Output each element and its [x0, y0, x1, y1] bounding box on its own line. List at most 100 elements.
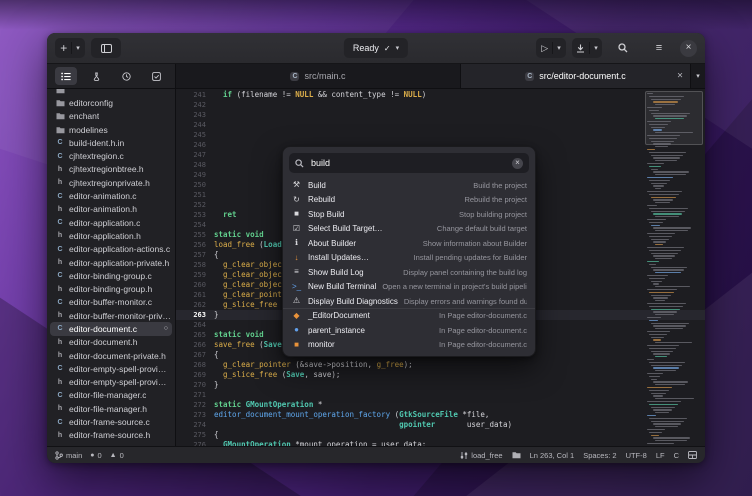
search-result-row[interactable]: ↓Install Updates…Install pending updates… [283, 251, 535, 266]
search-result-row[interactable]: ≡Show Build LogDisplay panel containing … [283, 265, 535, 280]
search-input[interactable] [309, 157, 507, 169]
main-content: editorconfigenchant modelinesCbuild-ident… [47, 89, 705, 446]
code-line[interactable]: 275{ [176, 430, 705, 440]
code-line[interactable]: 269 g_slice_free (Save, save); [176, 370, 705, 380]
plus-icon[interactable]: + [60, 42, 67, 54]
run-split-button[interactable]: ▷ ▾ [536, 38, 566, 58]
file-tree-item[interactable]: Ccjhtextregion.c [47, 149, 175, 162]
code-line[interactable]: 245 [176, 130, 705, 140]
run-profile-indicator[interactable]: load_free [460, 451, 502, 460]
search-result-row[interactable]: ☑Select Build Target…Change default buil… [283, 222, 535, 237]
code-line[interactable]: 244 [176, 120, 705, 130]
code-line[interactable]: 268 g_clear_pointer (&save->position, g_… [176, 360, 705, 370]
history-tab[interactable] [115, 67, 137, 85]
warning-count[interactable]: ▲ 0 [110, 451, 124, 460]
file-tree-item[interactable]: heditor-buffer-monitor-private.h [47, 309, 175, 322]
search-result-row[interactable]: ■monitorIn Page editor-document.c [283, 338, 535, 353]
code-line[interactable]: 272static GMountOperation * [176, 400, 705, 410]
search-result-row[interactable]: ↻RebuildRebuild the project [283, 193, 535, 208]
toggle-bottom-panel-button[interactable] [688, 451, 697, 459]
close-tab-icon[interactable]: × [677, 71, 683, 82]
file-tree-item[interactable]: Ceditor-animation.c [47, 189, 175, 202]
search-result-row[interactable]: ●parent_instanceIn Page editor-document.… [283, 323, 535, 338]
file-tree-item[interactable]: heditor-frame-source.h [47, 429, 175, 442]
play-icon[interactable]: ▷ [541, 43, 548, 54]
c-file-icon: C [525, 72, 534, 81]
toggle-left-panel-button[interactable] [91, 38, 121, 58]
code-text: static GMountOperation * [214, 400, 322, 410]
file-tree-item[interactable]: heditor-file-manager.h [47, 402, 175, 415]
device-selector-split-button[interactable]: ▾ [572, 38, 602, 58]
chevron-down-icon[interactable]: ▾ [594, 44, 598, 52]
file-tree-item[interactable]: Ceditor-binding-group.c [47, 269, 175, 282]
build-status-button[interactable]: Ready ✓ ▾ [344, 38, 408, 58]
clear-search-button[interactable]: × [512, 158, 523, 169]
todo-tab[interactable] [145, 67, 167, 85]
search-result-row[interactable]: ◆_EditorDocumentIn Page editor-document.… [283, 309, 535, 324]
file-name: modelines [69, 125, 108, 135]
search-result-row[interactable]: ■Stop BuildStop building project [283, 207, 535, 222]
file-tree-item[interactable]: Ceditor-application-actions.c [47, 243, 175, 256]
search-result-row[interactable]: ℹAbout BuilderShow information about Bui… [283, 236, 535, 251]
file-tree-item[interactable] [47, 89, 175, 96]
line-number: 275 [176, 430, 214, 440]
file-tree-item[interactable]: heditor-animation.h [47, 203, 175, 216]
file-tree-item[interactable]: heditor-empty-spell-provider.h [47, 376, 175, 389]
file-tree-item[interactable]: heditor-document.h [47, 336, 175, 349]
new-document-split-button[interactable]: + ▾ [55, 38, 85, 58]
line-ending-setting[interactable]: LF [656, 451, 665, 460]
code-line[interactable]: 271 [176, 390, 705, 400]
chevron-down-icon[interactable]: ▾ [76, 44, 80, 52]
file-tree-item[interactable]: hcjhtextregionprivate.h [47, 176, 175, 189]
git-branch-indicator[interactable]: main [55, 451, 82, 460]
chevron-down-icon[interactable]: ▾ [557, 44, 561, 52]
primary-menu-button[interactable]: ≡ [644, 38, 674, 58]
search-box[interactable]: × [289, 153, 529, 173]
file-tree-item[interactable]: heditor-binding-group.h [47, 282, 175, 295]
build-pipeline-tab[interactable] [85, 67, 107, 85]
project-folder-button[interactable] [512, 451, 521, 459]
file-tree-item[interactable]: Ceditor-application.c [47, 216, 175, 229]
code-line[interactable]: 276 GMountOperation *mount_operation = u… [176, 440, 705, 446]
project-tree-tab[interactable] [55, 67, 77, 85]
file-tree-item[interactable]: hcjhtextregionbtree.h [47, 163, 175, 176]
file-tree-item[interactable]: Ceditor-file-manager.c [47, 389, 175, 402]
search-result-row[interactable]: ⚠Display Build DiagnosticsDisplay errors… [283, 294, 535, 309]
file-tree-item[interactable]: Ceditor-document.c○ [50, 322, 172, 335]
warning-triangle-icon: ▲ [110, 452, 117, 459]
encoding-setting[interactable]: UTF-8 [626, 451, 647, 460]
code-line[interactable]: 273editor_document_mount_operation_facto… [176, 410, 705, 420]
code-line[interactable]: 242 [176, 100, 705, 110]
tab-src-main-c[interactable]: C src/main.c [176, 64, 461, 88]
line-number: 261 [176, 290, 214, 300]
file-tree-item[interactable]: editorconfig [47, 96, 175, 109]
error-count[interactable]: ● 0 [90, 451, 101, 460]
file-tree-item[interactable]: modelines [47, 123, 175, 136]
code-line[interactable]: 270} [176, 380, 705, 390]
header-file-icon: h [55, 352, 65, 359]
tab-list-button[interactable]: ▾ [691, 64, 705, 88]
window-close-button[interactable]: × [680, 40, 697, 57]
global-search-button[interactable] [608, 38, 638, 58]
file-tree-item[interactable]: enchant [47, 110, 175, 123]
file-tree-item[interactable]: Ceditor-empty-spell-provider.c [47, 362, 175, 375]
search-result-row[interactable]: ⚒BuildBuild the project [283, 178, 535, 193]
file-tree-item[interactable]: Ceditor-buffer-monitor.c [47, 296, 175, 309]
language-setting[interactable]: C [674, 451, 679, 460]
cursor-position[interactable]: Ln 263, Col 1 [530, 451, 575, 460]
panel-layout-icon [688, 451, 697, 459]
file-tree-item[interactable]: heditor-document-private.h [47, 349, 175, 362]
search-result-description: In Page editor-document.c [439, 326, 527, 335]
minimap[interactable] [645, 89, 703, 446]
file-tree-item[interactable]: heditor-application.h [47, 229, 175, 242]
file-tree-item[interactable]: heditor-application-private.h [47, 256, 175, 269]
code-line[interactable]: 243 [176, 110, 705, 120]
indentation-setting[interactable]: Spaces: 2 [583, 451, 616, 460]
code-line[interactable]: 274 gpointer user_data) [176, 420, 705, 430]
tab-src-editor-document-c[interactable]: C src/editor-document.c × [461, 64, 691, 88]
file-tree-item[interactable]: Ceditor-frame-source.c [47, 415, 175, 428]
search-result-row[interactable]: >_New Build TerminalOpen a new terminal … [283, 280, 535, 295]
file-tree-item[interactable]: Cbuild-ident.h.in [47, 136, 175, 149]
flask-icon [92, 72, 101, 81]
code-line[interactable]: 241 if (filename != NULL && content_type… [176, 90, 705, 100]
